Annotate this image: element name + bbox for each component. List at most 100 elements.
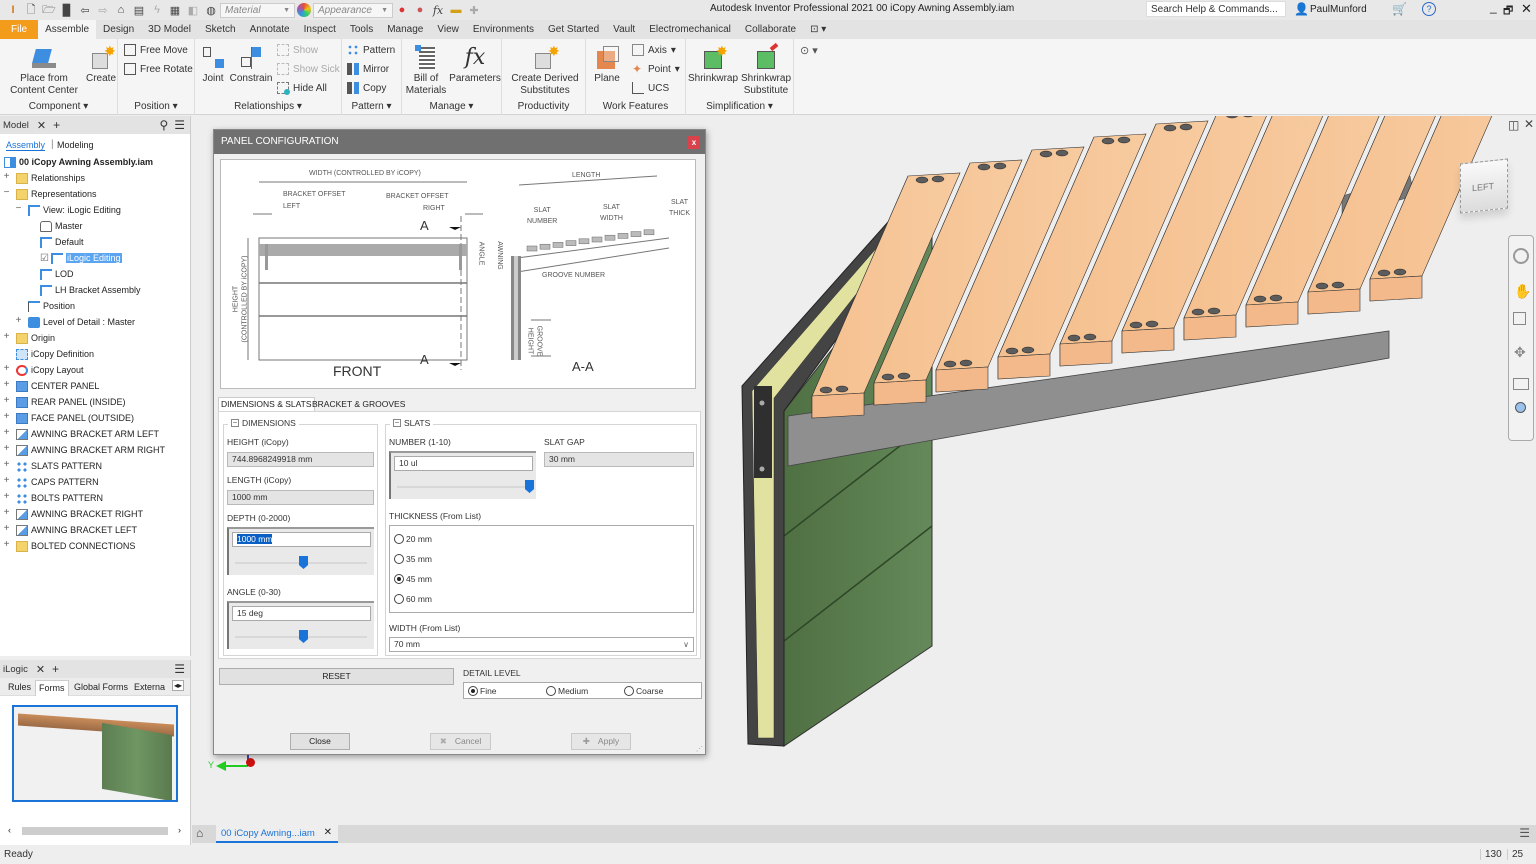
tree-item[interactable]: Level of Detail : Master <box>28 314 135 330</box>
ribbon-tab-assemble[interactable]: Assemble <box>38 20 97 39</box>
view-face-icon[interactable] <box>1515 402 1526 413</box>
appearance-dropdown[interactable]: Appearance ▼ <box>313 2 393 18</box>
viewport-layout-icon[interactable]: ◫ <box>1508 118 1519 132</box>
ribbon-tab-collaborate[interactable]: Collaborate <box>738 20 803 39</box>
constrain-button[interactable]: Constrain <box>229 45 273 85</box>
tree-item[interactable]: FACE PANEL (OUTSIDE) <box>16 410 134 426</box>
add-browser-icon[interactable]: + <box>53 118 60 132</box>
expand-toggle-icon[interactable]: + <box>2 395 11 406</box>
ilogic-menu-icon[interactable]: ☰ <box>174 662 185 676</box>
ilogic-subtab-rules[interactable]: Rules <box>5 680 33 696</box>
expand-toggle-icon[interactable]: + <box>2 363 11 374</box>
tree-item[interactable]: iCopy Definition <box>16 346 94 362</box>
expand-toggle-icon[interactable]: + <box>2 331 11 342</box>
tree-item[interactable]: SLATS PATTERN <box>16 458 102 474</box>
close-document-icon[interactable]: ✕ <box>324 827 332 838</box>
undo-icon[interactable]: ⇦ <box>78 2 92 18</box>
ilogic-subtab-global-forms[interactable]: Global Forms <box>71 680 129 696</box>
expand-toggle-icon[interactable]: + <box>2 459 11 470</box>
ilogic-subtab-forms[interactable]: Forms <box>35 680 69 696</box>
expand-toggle-icon[interactable]: − <box>2 187 11 198</box>
dialog-tab-bracket-grooves[interactable]: BRACKET & GROOVES <box>310 398 407 411</box>
cancel-button[interactable]: ✖ Cancel <box>430 733 491 750</box>
tree-item[interactable]: iCopy Layout <box>16 362 84 378</box>
close-ilogic-icon[interactable]: ✕ <box>36 663 45 676</box>
thumbnail-scrollbar[interactable]: ‹ › <box>6 825 184 837</box>
radio-button[interactable] <box>394 534 404 544</box>
tree-item[interactable]: CAPS PATTERN <box>16 474 99 490</box>
clear-appearance-icon[interactable]: ● <box>413 2 427 18</box>
ribbon-tab-inspect[interactable]: Inspect <box>297 20 343 39</box>
tree-item[interactable]: BOLTED CONNECTIONS <box>16 538 135 554</box>
update-icon[interactable]: ϟ <box>150 2 164 18</box>
steering-wheel-icon[interactable] <box>1513 248 1529 264</box>
document-menu-icon[interactable]: ☰ <box>1519 826 1530 840</box>
close-window-icon[interactable]: ✕ <box>1521 1 1532 17</box>
depth-slider-thumb[interactable] <box>299 556 308 569</box>
tree-item[interactable]: Origin <box>16 330 55 346</box>
point-button[interactable]: ✦ Point ▾ <box>632 63 680 75</box>
ribbon-options-icon[interactable]: ⊙ ▾ <box>800 44 818 57</box>
scrollbar-thumb[interactable] <box>22 827 168 835</box>
tree-item[interactable]: AWNING BRACKET RIGHT <box>16 506 143 522</box>
mirror-button[interactable]: Mirror <box>347 63 389 75</box>
radio-button[interactable] <box>394 554 404 564</box>
tree-item[interactable]: AWNING BRACKET ARM RIGHT <box>16 442 165 458</box>
scroll-left-icon[interactable]: ‹ <box>8 825 11 835</box>
close-browser-icon[interactable]: ✕ <box>37 119 46 132</box>
tree-item[interactable]: Representations <box>16 186 97 202</box>
resize-grip-icon[interactable]: ⋰ <box>696 745 703 753</box>
tree-item[interactable]: Master <box>40 218 83 234</box>
expand-toggle-icon[interactable]: + <box>2 171 11 182</box>
copy-button[interactable]: Copy <box>347 82 386 94</box>
plus-icon[interactable]: ✚ <box>467 2 481 18</box>
cart-icon[interactable]: 🛒 <box>1392 2 1407 16</box>
adjust-appearance-icon[interactable]: ● <box>395 2 409 18</box>
tree-item[interactable]: Relationships <box>16 170 85 186</box>
subtab-scroll-arrows-icon[interactable]: ◂▸ <box>171 680 184 691</box>
close-viewport-icon[interactable]: ✕ <box>1524 117 1534 131</box>
measure-icon[interactable]: ◧ <box>186 2 200 18</box>
subtab-assembly[interactable]: Assembly <box>6 140 46 151</box>
ribbon-tab-get-started[interactable]: Get Started <box>541 20 606 39</box>
radio-button[interactable] <box>468 686 478 696</box>
tree-item[interactable]: View: iLogic Editing <box>28 202 121 218</box>
minimize-icon[interactable]: _ <box>1490 0 1497 14</box>
depth-input[interactable]: 1000 mm <box>232 532 371 547</box>
tree-item[interactable]: AWNING BRACKET LEFT <box>16 522 137 538</box>
tree-item[interactable]: Default <box>40 234 84 250</box>
tree-item[interactable]: ☑ iLogic Editing <box>40 250 122 266</box>
free-move-button[interactable]: Free Move <box>124 44 188 56</box>
free-rotate-button[interactable]: Free Rotate <box>124 63 193 75</box>
plane-button[interactable]: Plane <box>590 45 624 85</box>
properties-icon[interactable]: ▤ <box>132 2 146 18</box>
number-slider-track[interactable] <box>397 486 529 488</box>
tree-item[interactable]: BOLTS PATTERN <box>16 490 103 506</box>
viewcube[interactable]: LEFT <box>1460 158 1508 214</box>
thickness-option[interactable]: 35 mm <box>394 554 432 564</box>
detail-level-option[interactable]: Fine <box>468 686 497 696</box>
expand-toggle-icon[interactable]: + <box>2 411 11 422</box>
create-button[interactable]: ✸ Create <box>84 44 118 85</box>
expand-toggle-icon[interactable]: + <box>2 427 11 438</box>
form-thumbnail[interactable] <box>12 705 178 802</box>
user-icon[interactable]: 👤 <box>1294 2 1309 16</box>
select-icon[interactable]: ▦ <box>168 2 182 18</box>
reset-button[interactable]: RESET <box>219 668 454 685</box>
material-dropdown[interactable]: Material ▼ <box>220 2 295 18</box>
panel-component-label[interactable]: Component ▾ <box>0 101 117 112</box>
ilogic-tab[interactable]: iLogic <box>3 664 28 675</box>
ribbon-tab-file[interactable]: File <box>0 20 39 39</box>
fx-icon[interactable]: fx <box>431 2 445 18</box>
number-slider-thumb[interactable] <box>525 480 534 493</box>
search-help-input[interactable]: Search Help & Commands... <box>1146 1 1286 17</box>
expand-toggle-icon[interactable]: + <box>2 523 11 534</box>
thickness-option[interactable]: 60 mm <box>394 594 432 604</box>
look-at-icon[interactable] <box>1513 378 1529 390</box>
expand-toggle-icon[interactable]: + <box>2 379 11 390</box>
panel-simplification-label[interactable]: Simplification ▾ <box>686 101 793 112</box>
parameters-button[interactable]: fx Parameters <box>448 45 502 85</box>
show-sick-button[interactable]: Show Sick <box>277 63 340 75</box>
ribbon-tab-design[interactable]: Design <box>96 20 141 39</box>
ribbon-tab-view[interactable]: View <box>430 20 466 39</box>
